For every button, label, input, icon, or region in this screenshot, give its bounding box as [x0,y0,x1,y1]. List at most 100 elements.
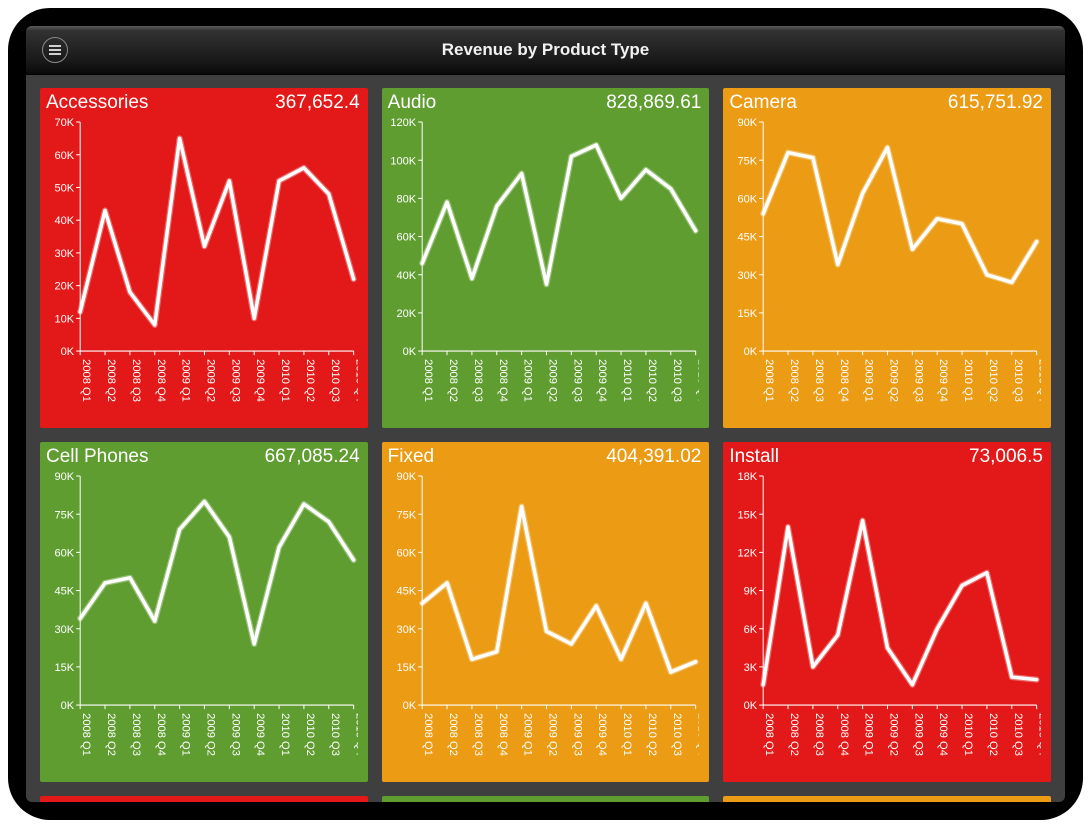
card-accessories[interactable]: Accessories367,652.40K10K20K30K40K50K60K… [40,88,368,428]
svg-text:9K: 9K [744,586,758,598]
svg-text:2008 Q2: 2008 Q2 [105,359,117,402]
svg-text:2008 Q3: 2008 Q3 [472,359,484,402]
svg-text:2008 Q4: 2008 Q4 [838,359,850,402]
svg-text:2009 Q2: 2009 Q2 [205,359,217,402]
svg-text:0K: 0K [744,700,758,712]
svg-text:2008 Q2: 2008 Q2 [788,713,800,756]
svg-text:2009 Q2: 2009 Q2 [205,713,217,756]
svg-text:40K: 40K [54,215,74,227]
svg-text:15K: 15K [396,662,416,674]
svg-text:2009 Q4: 2009 Q4 [254,359,266,402]
svg-text:2008 Q2: 2008 Q2 [447,713,459,756]
svg-text:70K: 70K [54,118,74,129]
svg-text:20K: 20K [396,308,416,320]
svg-text:40K: 40K [396,270,416,282]
svg-text:80K: 80K [396,193,416,205]
svg-text:2008 Q2: 2008 Q2 [105,713,117,756]
device-frame-outer: Revenue by Product Type Accessories367,6… [0,0,1091,828]
svg-text:2009 Q3: 2009 Q3 [571,713,583,756]
svg-text:2008 Q1: 2008 Q1 [764,713,776,756]
card-fixed[interactable]: Fixed404,391.020K15K30K45K60K75K90K2008 … [382,442,710,782]
svg-text:2009 Q1: 2009 Q1 [521,359,533,402]
sparkline-chart: 0K15K30K45K60K75K90K2008 Q12008 Q22008 Q… [388,472,700,776]
svg-text:90K: 90K [54,472,74,483]
card-lcd[interactable]: LCD393,941.840K20K40K60K80K100K2008 Q120… [40,796,368,802]
svg-text:2008 Q4: 2008 Q4 [155,359,167,402]
svg-text:2010 Q3: 2010 Q3 [670,359,682,402]
svg-text:2008 Q3: 2008 Q3 [472,713,484,756]
svg-text:2010 Q4: 2010 Q4 [695,713,699,756]
svg-text:2010 Q2: 2010 Q2 [987,713,999,756]
svg-text:2008 Q2: 2008 Q2 [788,359,800,402]
svg-text:90K: 90K [738,118,758,129]
card-header: Camera615,751.92 [723,88,1051,114]
card-value: 434,264.72 [948,800,1043,802]
svg-text:60K: 60K [54,150,74,162]
svg-text:2010 Q2: 2010 Q2 [646,359,658,402]
svg-text:18K: 18K [738,472,758,483]
svg-text:2009 Q3: 2009 Q3 [229,713,241,756]
svg-text:60K: 60K [738,193,758,205]
card-install[interactable]: Install73,006.50K3K6K9K12K15K18K2008 Q12… [723,442,1051,782]
card-value: 828,869.61 [606,92,701,114]
svg-text:2008 Q1: 2008 Q1 [764,359,776,402]
card-header: Accessories367,652.4 [40,88,368,114]
card-title: Audio [388,92,437,114]
svg-text:2010 Q3: 2010 Q3 [670,713,682,756]
svg-text:2010 Q3: 2010 Q3 [329,359,341,402]
svg-text:90K: 90K [396,472,416,483]
card-camera[interactable]: Camera615,751.920K15K30K45K60K75K90K2008… [723,88,1051,428]
svg-text:45K: 45K [738,232,758,244]
svg-text:30K: 30K [54,248,74,260]
svg-text:2009 Q4: 2009 Q4 [254,713,266,756]
svg-text:2009 Q2: 2009 Q2 [888,359,900,402]
card-maintenance[interactable]: Maintenance98,786.940K20K40K60K80K100K20… [382,796,710,802]
card-plasma[interactable]: Plasma434,264.720K20K40K60K80K100K2008 Q… [723,796,1051,802]
svg-text:2010 Q1: 2010 Q1 [962,713,974,756]
card-title: Camera [729,92,797,114]
chart-area: 0K15K30K45K60K75K90K2008 Q12008 Q22008 Q… [46,472,358,776]
menu-button[interactable] [42,37,68,63]
chart-area: 0K3K6K9K12K15K18K2008 Q12008 Q22008 Q320… [729,472,1041,776]
series-line [422,145,695,284]
svg-text:20K: 20K [54,281,74,293]
svg-text:45K: 45K [396,586,416,598]
sparkline-chart: 0K15K30K45K60K75K90K2008 Q12008 Q22008 Q… [729,118,1041,422]
svg-text:2010 Q3: 2010 Q3 [329,713,341,756]
svg-text:2009 Q4: 2009 Q4 [938,359,950,402]
card-header: LCD393,941.84 [40,796,368,802]
card-header: Fixed404,391.02 [382,442,710,468]
device-frame: Revenue by Product Type Accessories367,6… [8,8,1083,820]
svg-text:2009 Q4: 2009 Q4 [596,713,608,756]
svg-text:50K: 50K [54,183,74,195]
card-cell-phones[interactable]: Cell Phones667,085.240K15K30K45K60K75K90… [40,442,368,782]
card-title: Cell Phones [46,446,148,468]
svg-text:75K: 75K [396,509,416,521]
svg-text:2010 Q1: 2010 Q1 [621,359,633,402]
svg-text:30K: 30K [54,624,74,636]
svg-text:2009 Q3: 2009 Q3 [913,359,925,402]
svg-text:100K: 100K [390,155,416,167]
card-value: 404,391.02 [606,446,701,468]
svg-text:2008 Q3: 2008 Q3 [130,713,142,756]
grid-viewport[interactable]: Accessories367,652.40K10K20K30K40K50K60K… [26,74,1065,802]
svg-text:2009 Q3: 2009 Q3 [571,359,583,402]
svg-text:30K: 30K [396,624,416,636]
svg-text:3K: 3K [744,662,758,674]
svg-text:2009 Q4: 2009 Q4 [596,359,608,402]
svg-text:2010 Q2: 2010 Q2 [304,713,316,756]
svg-text:0K: 0K [402,346,416,358]
sparkline-chart: 0K3K6K9K12K15K18K2008 Q12008 Q22008 Q320… [729,472,1041,776]
svg-text:0K: 0K [61,346,75,358]
svg-text:2008 Q3: 2008 Q3 [813,359,825,402]
svg-text:2008 Q4: 2008 Q4 [838,713,850,756]
card-header: Install73,006.5 [723,442,1051,468]
svg-text:2009 Q2: 2009 Q2 [546,713,558,756]
card-audio[interactable]: Audio828,869.610K20K40K60K80K100K120K200… [382,88,710,428]
card-title: Install [729,446,779,468]
card-header: Audio 828,869.61 [382,88,710,114]
svg-text:60K: 60K [54,547,74,559]
card-grid: Accessories367,652.40K10K20K30K40K50K60K… [40,88,1051,802]
series-line [80,138,353,325]
card-header: Maintenance98,786.94 [382,796,710,802]
